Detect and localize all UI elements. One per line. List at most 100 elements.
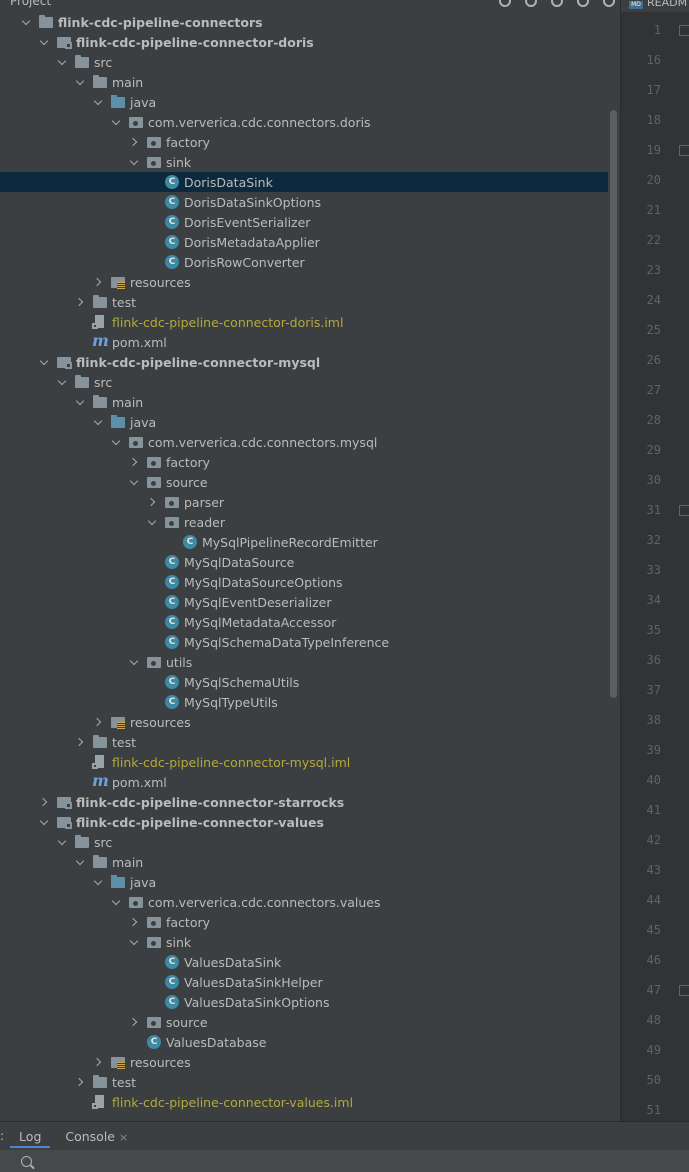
tree-row[interactable]: flink-cdc-pipeline-connector-values.iml xyxy=(0,1092,608,1112)
tree-row[interactable]: flink-cdc-pipeline-connector-values xyxy=(0,812,608,832)
chevron-right-icon[interactable] xyxy=(74,1072,88,1092)
tree-row[interactable]: src xyxy=(0,832,608,852)
tree-row[interactable]: src xyxy=(0,372,608,392)
tree-row[interactable]: MySqlDataSourceOptions xyxy=(0,572,608,592)
fold-marker-icon[interactable] xyxy=(679,25,689,36)
chevron-down-icon[interactable] xyxy=(92,872,106,892)
project-tree[interactable]: flink-cdc-pipeline-connectors flink-cdc-p… xyxy=(0,12,608,1121)
chevron-down-icon[interactable] xyxy=(110,432,124,452)
tree-row[interactable]: test xyxy=(0,1072,608,1092)
tree-row[interactable]: parser xyxy=(0,492,608,512)
tree-row[interactable]: test xyxy=(0,292,608,312)
gear-icon[interactable] xyxy=(576,0,589,7)
tree-row[interactable]: ValuesDatabase xyxy=(0,1032,608,1052)
tree-row[interactable]: MySqlMetadataAccessor xyxy=(0,612,608,632)
chevron-right-icon[interactable] xyxy=(128,132,142,152)
chevron-right-icon[interactable] xyxy=(92,1052,106,1072)
editor-tab[interactable]: READM xyxy=(647,0,687,9)
tree-row[interactable]: factory xyxy=(0,132,608,152)
chevron-right-icon[interactable] xyxy=(128,1012,142,1032)
tree-row[interactable]: flink-cdc-pipeline-connectors xyxy=(0,12,608,32)
chevron-down-icon[interactable] xyxy=(110,112,124,132)
chevron-down-icon[interactable] xyxy=(38,32,52,52)
tree-row[interactable]: source xyxy=(0,1012,608,1032)
expand-all-icon[interactable] xyxy=(524,0,537,7)
tree-row[interactable]: resources xyxy=(0,1052,608,1072)
tree-row[interactable]: DorisDataSink xyxy=(0,172,608,192)
tree-row[interactable]: flink-cdc-pipeline-connector-doris.iml xyxy=(0,312,608,332)
collapse-all-icon[interactable] xyxy=(550,0,563,7)
tree-row[interactable]: java xyxy=(0,872,608,892)
close-icon[interactable]: × xyxy=(119,1131,128,1144)
tree-row[interactable]: ValuesDataSinkHelper xyxy=(0,972,608,992)
tree-row[interactable]: factory xyxy=(0,452,608,472)
tree-row[interactable]: flink-cdc-pipeline-connector-mysql xyxy=(0,352,608,372)
tree-row[interactable]: DorisEventSerializer xyxy=(0,212,608,232)
tree-row[interactable]: java xyxy=(0,412,608,432)
chevron-right-icon[interactable] xyxy=(74,292,88,312)
tab-console[interactable]: Console × xyxy=(56,1125,137,1148)
chevron-down-icon[interactable] xyxy=(92,412,106,432)
fold-marker-icon[interactable] xyxy=(679,985,689,996)
search-bar[interactable] xyxy=(0,1150,689,1172)
tree-row[interactable]: MySqlTypeUtils xyxy=(0,692,608,712)
locate-icon[interactable] xyxy=(498,0,511,7)
chevron-down-icon[interactable] xyxy=(128,152,142,172)
tree-row[interactable]: main xyxy=(0,852,608,872)
hide-icon[interactable] xyxy=(602,0,615,7)
chevron-right-icon[interactable] xyxy=(74,732,88,752)
tree-row[interactable]: sink xyxy=(0,932,608,952)
tree-row[interactable]: resources xyxy=(0,712,608,732)
tree-row[interactable]: DorisRowConverter xyxy=(0,252,608,272)
tree-row[interactable]: MySqlSchemaUtils xyxy=(0,672,608,692)
chevron-down-icon[interactable] xyxy=(128,472,142,492)
chevron-down-icon[interactable] xyxy=(56,52,70,72)
tree-row[interactable]: pom.xml xyxy=(0,331,608,352)
tree-row[interactable]: utils xyxy=(0,652,608,672)
tree-row[interactable]: MySqlEventDeserializer xyxy=(0,592,608,612)
tree-row[interactable]: ValuesDataSink xyxy=(0,952,608,972)
chevron-down-icon[interactable] xyxy=(92,92,106,112)
tree-row[interactable]: MySqlPipelineRecordEmitter xyxy=(0,532,608,552)
tree-row[interactable]: com.ververica.cdc.connectors.values xyxy=(0,892,608,912)
tree-row[interactable]: com.ververica.cdc.connectors.doris xyxy=(0,112,608,132)
tree-row[interactable]: main xyxy=(0,392,608,412)
chevron-down-icon[interactable] xyxy=(128,932,142,952)
chevron-right-icon[interactable] xyxy=(92,272,106,292)
scrollbar-thumb[interactable] xyxy=(610,110,617,698)
tree-row[interactable]: flink-cdc-pipeline-connector-mysql.iml xyxy=(0,752,608,772)
tree-row[interactable]: sink xyxy=(0,152,608,172)
tree-row[interactable]: DorisMetadataApplier xyxy=(0,232,608,252)
chevron-down-icon[interactable] xyxy=(74,72,88,92)
chevron-down-icon[interactable] xyxy=(56,832,70,852)
tree-row[interactable]: test xyxy=(0,732,608,752)
tree-row[interactable]: flink-cdc-pipeline-connector-doris xyxy=(0,32,608,52)
tree-scrollbar[interactable] xyxy=(608,12,618,1121)
chevron-down-icon[interactable] xyxy=(38,352,52,372)
chevron-right-icon[interactable] xyxy=(146,492,160,512)
tab-log[interactable]: Log xyxy=(10,1125,51,1148)
tree-row[interactable]: factory xyxy=(0,912,608,932)
tree-row[interactable]: com.ververica.cdc.connectors.mysql xyxy=(0,432,608,452)
chevron-right-icon[interactable] xyxy=(128,452,142,472)
chevron-right-icon[interactable] xyxy=(38,792,52,812)
tree-row[interactable]: pom.xml xyxy=(0,771,608,792)
fold-marker-icon[interactable] xyxy=(679,145,689,156)
chevron-down-icon[interactable] xyxy=(20,12,34,32)
tree-row[interactable]: reader xyxy=(0,512,608,532)
tree-row[interactable]: source xyxy=(0,472,608,492)
tree-row[interactable]: flink-cdc-pipeline-connector-starrocks xyxy=(0,792,608,812)
chevron-down-icon[interactable] xyxy=(56,372,70,392)
chevron-down-icon[interactable] xyxy=(74,852,88,872)
chevron-down-icon[interactable] xyxy=(74,392,88,412)
fold-marker-icon[interactable] xyxy=(679,505,689,516)
tree-row[interactable]: MySqlDataSource xyxy=(0,552,608,572)
chevron-down-icon[interactable] xyxy=(128,652,142,672)
tree-row[interactable]: src xyxy=(0,52,608,72)
panel-title[interactable]: Project xyxy=(10,0,51,8)
chevron-right-icon[interactable] xyxy=(128,912,142,932)
chevron-down-icon[interactable] xyxy=(38,812,52,832)
tree-row[interactable]: java xyxy=(0,92,608,112)
chevron-right-icon[interactable] xyxy=(92,712,106,732)
tree-row[interactable]: MySqlSchemaDataTypeInference xyxy=(0,632,608,652)
